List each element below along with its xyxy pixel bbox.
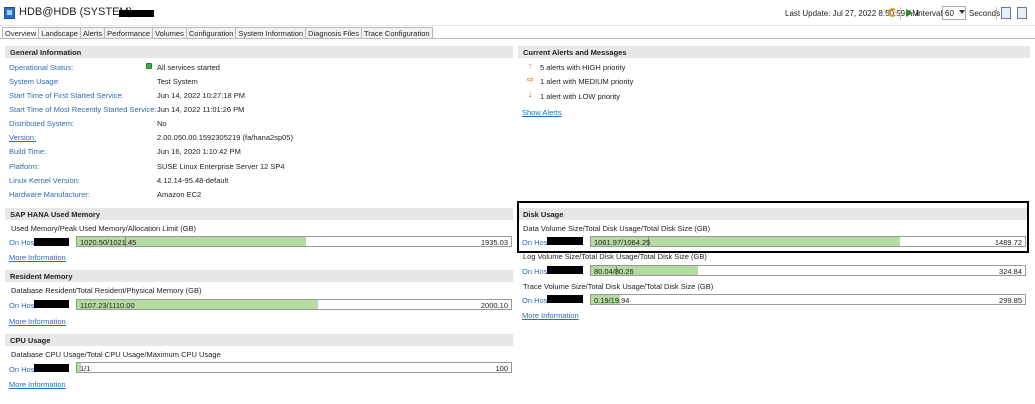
interval-label: Interval: <box>916 9 945 18</box>
general-value: SUSE Linux Enterprise Server 12 SP4 <box>157 162 285 171</box>
database-icon <box>4 7 15 19</box>
on-host-link[interactable]: On Host <box>522 267 550 276</box>
redacted-host <box>34 300 69 308</box>
general-label: Build Time: <box>9 147 47 156</box>
general-value: All services started <box>157 63 220 72</box>
on-host-link[interactable]: On Host <box>522 296 550 305</box>
trace-volume-subtitle: Trace Volume Size/Total Disk Usage/Total… <box>523 282 714 291</box>
cpu-usage-header: CPU Usage <box>5 334 513 346</box>
alert-item-high: 5 alerts with HIGH priority <box>540 63 626 72</box>
general-value: Jun 14, 2022 10:27:18 PM <box>157 91 245 100</box>
resident-memory-header: Resident Memory <box>5 270 513 282</box>
bar-label: 0.19/19.94 <box>594 296 630 305</box>
general-label: Start Time of Most Recently Started Serv… <box>9 105 157 114</box>
more-information-link[interactable]: More Information <box>9 380 66 389</box>
alert-item-low: 1 alert with LOW priority <box>540 92 621 101</box>
trace-volume-bar: 0.19/19.94 299.85 <box>590 294 1026 305</box>
more-information-link[interactable]: More Information <box>9 253 66 262</box>
cpu-usage-subtitle: Database CPU Usage/Total CPU Usage/Maxim… <box>11 350 221 359</box>
redacted-host <box>547 266 583 274</box>
copy-icon[interactable] <box>1001 7 1011 19</box>
alerts-header: Current Alerts and Messages <box>518 46 1030 58</box>
general-value: No <box>157 119 167 128</box>
general-label: Platform: <box>9 162 40 171</box>
resident-memory-bar: 1107.23/1110.00 2000.10 <box>76 299 512 310</box>
more-information-link[interactable]: More Information <box>522 311 579 320</box>
arrow-down-icon: ↓ <box>528 90 532 99</box>
redacted-host <box>34 364 69 372</box>
used-memory-bar: 1020.50/1021.45 1935.03 <box>76 236 512 247</box>
bar-label: 1107.23/1110.00 <box>80 301 135 310</box>
general-value: 2.00.050.00.1592305219 (fa/hana2sp05) <box>157 133 293 142</box>
general-label: Linux Kernel Version: <box>9 176 80 185</box>
arrow-right-icon: ⇨ <box>527 75 534 84</box>
bar-max: 299.85 <box>999 296 1022 305</box>
general-label: System Usage: <box>9 77 60 86</box>
bar-max: 324.84 <box>999 267 1022 276</box>
used-memory-subtitle: Used Memory/Peak Used Memory/Allocation … <box>11 224 197 233</box>
redacted-host <box>34 238 69 246</box>
tab-divider <box>0 38 1035 39</box>
last-update-text: Last Update: Jul 27, 2022 8:50:59 AM <box>785 9 919 18</box>
redacted-host <box>547 295 583 303</box>
refresh-icon[interactable] <box>888 8 897 17</box>
toolbar-separator <box>900 7 901 20</box>
cpu-usage-bar: 1/1 100 <box>76 362 512 373</box>
bar-max: 2000.10 <box>480 301 508 310</box>
general-label: Start Time of First Started Service: <box>9 91 124 100</box>
highlight-box <box>517 201 1029 253</box>
alert-item-medium: 1 alert with MEDIUM priority <box>540 77 634 86</box>
bar-max: 100 <box>495 364 508 373</box>
toolbar-separator <box>996 7 997 20</box>
general-label: Operational Status: <box>9 63 74 72</box>
log-volume-subtitle: Log Volume Size/Total Disk Usage/Total D… <box>523 252 707 261</box>
general-value: Amazon EC2 <box>157 190 202 199</box>
general-label: Hardware Manufacturer: <box>9 190 90 199</box>
on-host-link[interactable]: On Host <box>9 301 37 310</box>
general-value: Jun 14, 2022 11:01:26 PM <box>157 105 245 114</box>
bar-label: 1020.50/1021.45 <box>80 238 137 247</box>
general-value: Jun 16, 2020 1:10:42 PM <box>157 147 241 156</box>
title-bar: HDB@HDB (SYSTEM) Last Update: Jul 27, 20… <box>0 0 1035 26</box>
chevron-down-icon[interactable] <box>959 10 965 14</box>
system-title: HDB@HDB (SYSTEM) <box>19 6 133 18</box>
bar-label: 1/1 <box>80 364 91 373</box>
show-alerts-link[interactable]: Show Alerts <box>522 108 562 117</box>
log-volume-bar: 80.04/80.26 324.84 <box>590 265 1026 276</box>
on-host-link[interactable]: On Host <box>9 238 37 247</box>
auto-refresh-play-icon[interactable] <box>906 9 913 17</box>
resident-memory-subtitle: Database Resident/Total Resident/Physica… <box>11 286 202 295</box>
status-green-icon <box>146 63 152 69</box>
general-label: Distributed System: <box>9 119 75 128</box>
bar-label: 80.04/80.26 <box>594 267 634 276</box>
more-information-link[interactable]: More Information <box>9 317 66 326</box>
general-value: Test System <box>157 77 198 86</box>
on-host-link[interactable]: On Host <box>9 365 37 374</box>
arrow-up-icon: ↑ <box>528 61 532 70</box>
general-value: 4.12.14-95.48-default <box>157 176 229 185</box>
used-memory-header: SAP HANA Used Memory <box>5 208 513 220</box>
export-icon[interactable] <box>1017 7 1027 19</box>
bar-max: 1935.03 <box>480 238 508 247</box>
general-info-header: General Information <box>5 46 513 58</box>
redacted-block <box>119 10 154 17</box>
version-link[interactable]: Version: <box>9 133 36 142</box>
